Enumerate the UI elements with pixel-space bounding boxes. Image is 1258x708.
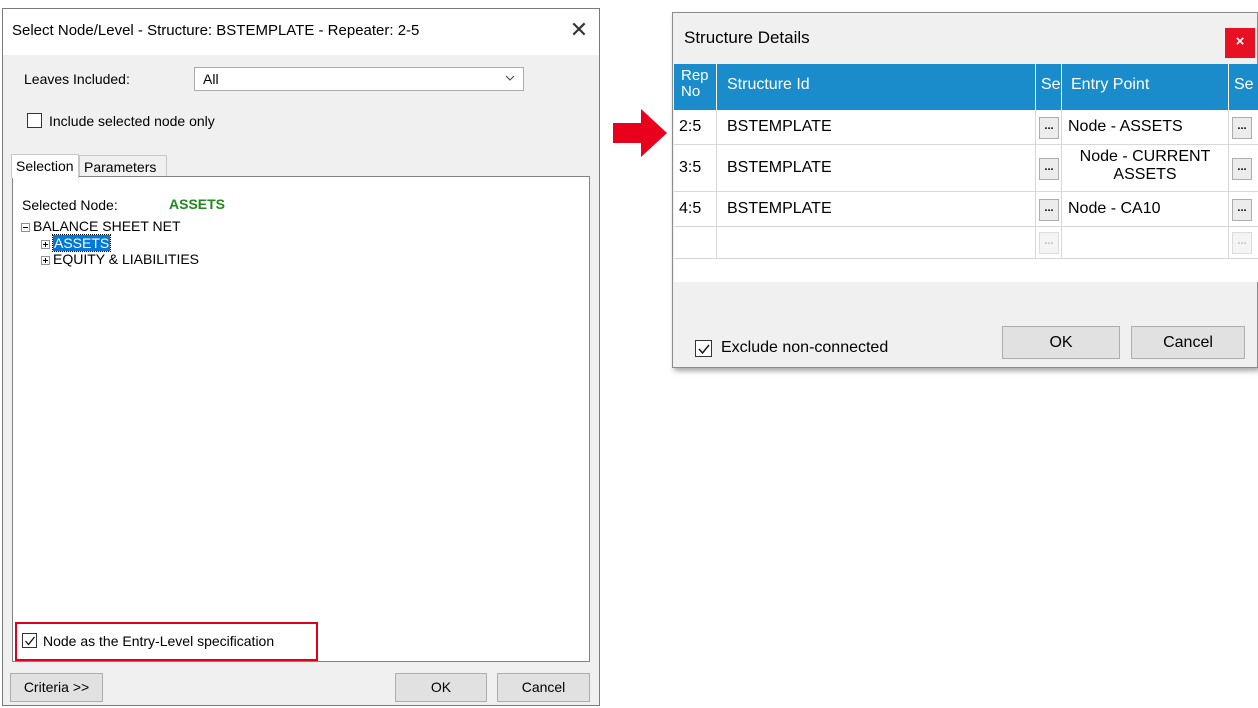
expand-icon[interactable]: [41, 256, 50, 265]
leaves-included-label: Leaves Included:: [24, 71, 130, 87]
table-row-new[interactable]: ... ...: [674, 227, 1258, 259]
tab-parameters[interactable]: Parameters: [79, 155, 167, 177]
entry-browse-cell: ...: [1229, 110, 1258, 145]
structure-browse-cell: ...: [1036, 192, 1062, 227]
rep-no-cell: [674, 227, 717, 259]
table-row[interactable]: 4:5 BSTEMPLATE ... Node - CA10 ...: [674, 192, 1258, 227]
expand-icon[interactable]: [41, 240, 50, 249]
entry-browse-cell: ...: [1229, 192, 1258, 227]
ok-button[interactable]: OK: [395, 673, 487, 702]
dialog-titlebar: Select Node/Level - Structure: BSTEMPLAT…: [3, 9, 599, 55]
selected-node-label: Selected Node:: [22, 197, 118, 213]
structure-details-dialog: Structure Details × Rep No Structure Id …: [672, 12, 1258, 368]
include-selected-label: Include selected node only: [49, 113, 215, 129]
entry-point-cell: Node - CA10: [1062, 192, 1229, 227]
entry-browse-cell: ...: [1229, 227, 1258, 259]
ok-button[interactable]: OK: [1002, 326, 1120, 359]
entry-point-cell: [1062, 227, 1229, 259]
structure-grid: Rep No Structure Id Se Entry Point Se 2:…: [674, 64, 1258, 282]
include-selected-checkbox[interactable]: [27, 113, 42, 128]
entry-level-label: Node as the Entry-Level specification: [43, 633, 275, 649]
structure-browse-button[interactable]: ...: [1039, 117, 1059, 139]
dialog-title: Structure Details: [684, 28, 810, 47]
structure-browse-button[interactable]: ...: [1039, 158, 1059, 180]
dialog-title: Select Node/Level - Structure: BSTEMPLAT…: [12, 22, 420, 39]
tab-selection[interactable]: Selection: [11, 154, 79, 178]
col-se-1[interactable]: Se: [1036, 64, 1062, 110]
structure-browse-button: ...: [1039, 232, 1059, 254]
structure-browse-cell: ...: [1036, 110, 1062, 145]
tab-parameters-label: Parameters: [84, 159, 157, 175]
tree-node-balance-sheet[interactable]: BALANCE SHEET NET: [33, 218, 181, 234]
close-button[interactable]: ×: [1225, 28, 1255, 58]
rep-no-cell: 3:5: [674, 145, 717, 192]
tab-selection-label: Selection: [16, 158, 74, 174]
col-rep-no[interactable]: Rep No: [674, 64, 717, 110]
entry-browse-cell: ...: [1229, 145, 1258, 192]
selected-node-value: ASSETS: [169, 196, 226, 212]
close-icon[interactable]: ✕: [567, 18, 591, 42]
rep-no-cell: 2:5: [674, 110, 717, 145]
col-entry-point[interactable]: Entry Point: [1062, 64, 1229, 110]
entry-point-cell: Node - ASSETS: [1062, 110, 1229, 145]
entry-browse-button[interactable]: ...: [1232, 158, 1252, 180]
leaves-included-select[interactable]: All: [194, 67, 524, 91]
cancel-button[interactable]: Cancel: [1131, 326, 1245, 359]
criteria-button[interactable]: Criteria >>: [10, 673, 103, 702]
structure-id-cell: BSTEMPLATE: [717, 145, 1036, 192]
entry-browse-button: ...: [1232, 232, 1252, 254]
rep-no-cell: 4:5: [674, 192, 717, 227]
collapse-icon[interactable]: [21, 223, 30, 232]
structure-browse-cell: ...: [1036, 227, 1062, 259]
select-node-dialog: Select Node/Level - Structure: BSTEMPLAT…: [2, 8, 600, 706]
entry-browse-button[interactable]: ...: [1232, 117, 1252, 139]
grid-header: Rep No Structure Id Se Entry Point Se: [674, 64, 1258, 110]
table-row[interactable]: 3:5 BSTEMPLATE ... Node - CURRENT ASSETS…: [674, 145, 1258, 192]
exclude-non-connected-checkbox[interactable]: [695, 340, 712, 357]
chevron-down-icon: [505, 75, 515, 81]
structure-id-cell: BSTEMPLATE: [717, 110, 1036, 145]
checkmark-icon: [25, 636, 36, 646]
col-se-2[interactable]: Se: [1229, 64, 1258, 110]
structure-id-cell: [717, 227, 1036, 259]
structure-browse-cell: ...: [1036, 145, 1062, 192]
table-row[interactable]: 2:5 BSTEMPLATE ... Node - ASSETS ...: [674, 110, 1258, 145]
entry-point-cell: Node - CURRENT ASSETS: [1062, 145, 1229, 192]
leaves-included-value: All: [203, 71, 219, 87]
checkmark-icon: [698, 344, 710, 355]
col-structure-id[interactable]: Structure Id: [717, 64, 1036, 110]
tree-node-equity-liabilities[interactable]: EQUITY & LIABILITIES: [53, 251, 199, 267]
exclude-non-connected-label: Exclude non-connected: [721, 339, 889, 356]
selection-panel: Selected Node: ASSETS BALANCE SHEET NET …: [12, 176, 590, 662]
structure-browse-button[interactable]: ...: [1039, 199, 1059, 221]
tree-node-assets[interactable]: ASSETS: [51, 234, 112, 252]
structure-id-cell: BSTEMPLATE: [717, 192, 1036, 227]
cancel-button[interactable]: Cancel: [497, 673, 590, 702]
entry-level-checkbox[interactable]: [22, 633, 37, 648]
entry-browse-button[interactable]: ...: [1232, 199, 1252, 221]
right-arrow-icon: [613, 109, 667, 157]
